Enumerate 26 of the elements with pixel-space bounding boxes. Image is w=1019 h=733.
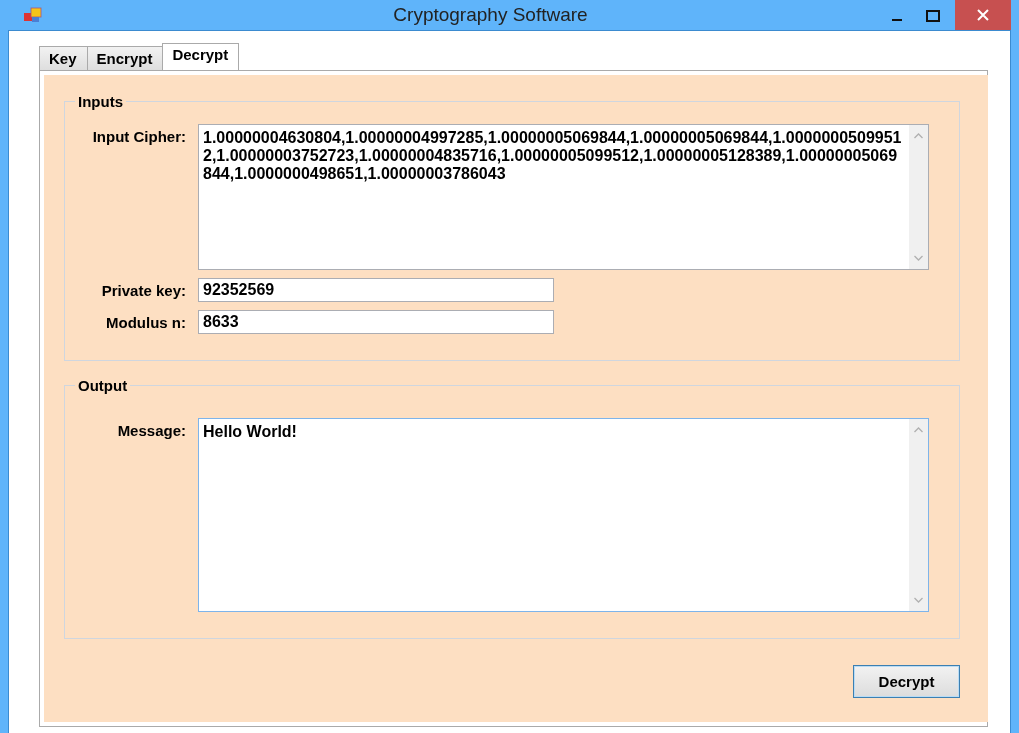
group-title: Inputs: [77, 93, 124, 110]
scroll-down-icon[interactable]: [914, 597, 923, 603]
text-area[interactable]: 1.00000004630804,1.00000004997285,1.00000005069844,1.00000005069844,1.00000005099512,1.00000003752723,1.00000004835716,1.00000005099512,1.00000005128389,1.00000005069844,1.0000000498651,1.00000003786043: [198, 124, 929, 270]
tab[interactable]: Decrypt: [162, 43, 240, 70]
minimize-icon: [892, 19, 902, 21]
close-button[interactable]: [955, 0, 1011, 30]
decrypt-button[interactable]: Decrypt: [853, 665, 960, 698]
field-label: Private key:: [100, 281, 187, 299]
scroll-down-icon[interactable]: [914, 255, 923, 261]
group-title: Output: [77, 377, 129, 394]
scroll-up-icon[interactable]: [914, 427, 923, 433]
tab[interactable]: Encrypt: [86, 46, 164, 70]
input-field[interactable]: 92352569: [198, 278, 554, 302]
app-icon: [24, 7, 42, 23]
input-field[interactable]: 8633: [198, 310, 554, 334]
field-label: Input Cipher:: [91, 127, 187, 145]
scrollbar[interactable]: [909, 125, 928, 269]
scroll-up-icon[interactable]: [914, 133, 923, 139]
text-area[interactable]: Hello World!: [198, 418, 929, 612]
scrollbar[interactable]: [909, 419, 928, 611]
field-label: Modulus n:: [105, 313, 187, 331]
maximize-icon: [926, 10, 940, 22]
tab[interactable]: Key: [39, 46, 88, 70]
field-label: Message:: [116, 421, 187, 439]
window-title: Cryptography Software: [392, 4, 589, 26]
close-icon: [977, 9, 989, 21]
